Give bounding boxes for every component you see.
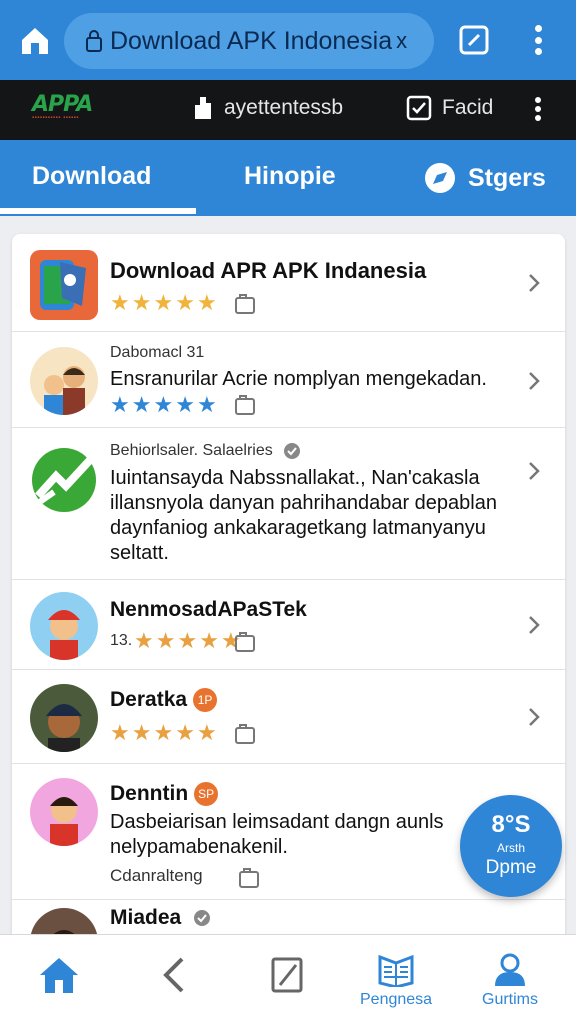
home-icon[interactable]	[18, 24, 52, 58]
facebook-link[interactable]: Facid	[406, 93, 493, 123]
home-icon	[40, 958, 78, 993]
facebook-label: Facid	[442, 96, 494, 119]
user-menu[interactable]: ayettentessb	[192, 93, 343, 123]
star-icon: ★	[153, 720, 174, 745]
level-badge: SP	[194, 782, 219, 807]
star-icon: ★	[110, 720, 130, 745]
profile-icon	[495, 953, 525, 986]
tab-hinopie[interactable]: Hinopie	[244, 162, 336, 191]
star-icon: ★	[153, 290, 174, 315]
item-meta: 13.	[110, 632, 133, 649]
star-icon: ★	[153, 392, 174, 417]
floating-action-button[interactable]: 8°S Arsth Dpme	[460, 795, 562, 897]
edit-icon	[271, 957, 303, 993]
list-item[interactable]: Behiorlsaler. Salaelries Iuintansayda Na…	[12, 428, 565, 580]
edit-icon[interactable]	[458, 24, 490, 56]
star-icon: ★	[155, 628, 176, 653]
item-title: Miadea	[110, 906, 211, 930]
item-description: Dasbeiarisan leimsadant dangn aunls nely…	[110, 811, 444, 858]
list-item[interactable]: Deratka 1P ★ ★ ★ ★ ★	[12, 670, 565, 764]
rating-stars: ★ ★ ★ ★ ★	[134, 630, 241, 652]
verified-icon	[284, 443, 301, 459]
tab-stgers[interactable]: Stgers	[424, 162, 546, 194]
rating-stars: ★ ★ ★ ★ ★	[110, 292, 217, 314]
user-label: ayettentessb	[224, 96, 344, 119]
rating-stars: ★ ★ ★ ★ ★	[110, 722, 217, 744]
star-icon: ★	[110, 392, 130, 417]
browser-menu-icon[interactable]	[533, 25, 543, 55]
address-bar[interactable]: Download APK Indonesia x	[64, 13, 434, 69]
site-logo[interactable]: APPA ▪▪▪▪▪▪▪▪▪▪▪ ▪▪▪▪▪▪	[32, 92, 142, 126]
lock-icon	[86, 30, 102, 52]
nav-profile[interactable]: Gurtims	[482, 953, 538, 1009]
bookmark-icon[interactable]	[234, 395, 256, 417]
rating-stars: ★ ★ ★ ★ ★	[110, 394, 217, 416]
bookmark-icon[interactable]	[234, 724, 256, 746]
chevron-right-icon[interactable]	[527, 706, 541, 728]
hand-icon	[195, 97, 211, 119]
star-icon: ★	[175, 720, 195, 745]
site-menu-icon[interactable]	[533, 97, 543, 121]
item-meta: Behiorlsaler. Salaelries	[110, 442, 301, 460]
clear-url-icon[interactable]: x	[396, 28, 407, 54]
star-icon: ★	[131, 290, 152, 315]
avatar	[30, 347, 98, 415]
level-badge: 1P	[193, 688, 218, 713]
avatar	[30, 778, 98, 846]
verified-icon	[194, 910, 211, 927]
list-item[interactable]: Dabomacl 31 Ensranurilar Acrie nomplyan …	[12, 332, 565, 428]
compass-icon	[425, 163, 455, 193]
tab-download[interactable]: Download	[32, 162, 151, 191]
item-description: Ensranurilar Acrie nomplyan mengekadan.	[110, 368, 487, 390]
item-meta: Dabomacl 31	[110, 344, 205, 361]
check-box-icon	[406, 95, 432, 121]
avatar	[30, 684, 98, 752]
bookmark-icon[interactable]	[234, 632, 256, 654]
star-icon: ★	[175, 392, 195, 417]
chevron-right-icon[interactable]	[527, 370, 541, 392]
star-icon: ★	[131, 720, 152, 745]
list-item[interactable]: NenmosadAPaSTek 13. ★ ★ ★ ★ ★	[12, 580, 565, 670]
item-description: Iuintansayda Nabssnallakat., Nan'cakasla…	[110, 467, 497, 564]
star-icon: ★	[177, 628, 198, 653]
app-icon	[30, 446, 98, 514]
nav-edit[interactable]	[270, 955, 304, 995]
item-title: NenmosadAPaSTek	[110, 598, 307, 621]
item-title: Deratka 1P	[110, 688, 218, 713]
star-icon: ★	[131, 392, 152, 417]
browser-toolbar: Download APK Indonesia x	[0, 0, 576, 80]
item-title: Denntin SP	[110, 782, 219, 807]
star-icon: ★	[196, 290, 217, 315]
chevron-right-icon[interactable]	[527, 460, 541, 482]
bottom-navigation: Pengnesa Gurtims	[0, 934, 576, 1024]
tab-bar: Download Hinopie Stgers	[0, 140, 576, 216]
url-text: Download APK Indonesia	[110, 26, 393, 55]
list-item[interactable]: Download APR APK Indanesia ★ ★ ★ ★ ★	[12, 234, 565, 332]
active-tab-indicator	[0, 208, 196, 214]
star-icon: ★	[196, 720, 217, 745]
chevron-right-icon[interactable]	[527, 614, 541, 636]
bookmark-icon[interactable]	[234, 294, 256, 316]
back-icon	[163, 957, 184, 993]
news-icon	[378, 954, 414, 987]
item-meta: Cdanralteng	[110, 866, 203, 885]
star-icon: ★	[199, 628, 219, 653]
app-title: Download APR APK Indanesia	[110, 258, 427, 283]
star-icon: ★	[196, 392, 217, 417]
bookmark-icon[interactable]	[238, 868, 260, 890]
nav-news[interactable]: Pengnesa	[360, 953, 432, 1009]
chevron-right-icon[interactable]	[527, 272, 541, 294]
nav-home[interactable]	[38, 955, 80, 995]
star-icon: ★	[134, 628, 154, 653]
avatar	[30, 592, 98, 660]
star-icon: ★	[175, 290, 195, 315]
star-icon: ★	[110, 290, 130, 315]
app-icon	[30, 250, 98, 320]
nav-back[interactable]	[158, 955, 188, 995]
